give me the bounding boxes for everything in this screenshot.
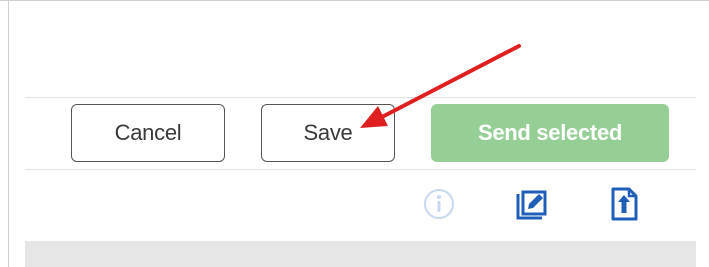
table-header-strip: [25, 241, 696, 267]
info-icon[interactable]: [421, 186, 457, 222]
window-border-left: [8, 0, 9, 267]
send-selected-button-label: Send selected: [477, 120, 623, 145]
export-icon[interactable]: [606, 186, 642, 222]
toolbar-bottom-divider: [25, 169, 696, 170]
cancel-button[interactable]: Cancel: [71, 104, 225, 162]
toolbar-top-divider: [25, 97, 696, 98]
save-button-label: Save: [303, 120, 353, 145]
cancel-button-label: Cancel: [114, 120, 182, 145]
save-button[interactable]: Save: [261, 104, 395, 162]
window-border-top: [0, 0, 709, 1]
edit-icon[interactable]: [514, 186, 550, 222]
send-selected-button[interactable]: Send selected: [431, 104, 669, 162]
